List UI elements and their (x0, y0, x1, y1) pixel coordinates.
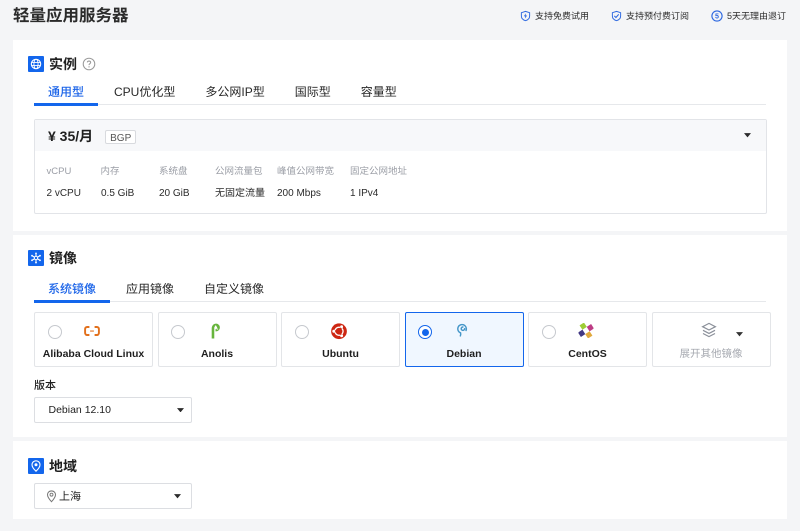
svg-text:5: 5 (715, 12, 719, 20)
